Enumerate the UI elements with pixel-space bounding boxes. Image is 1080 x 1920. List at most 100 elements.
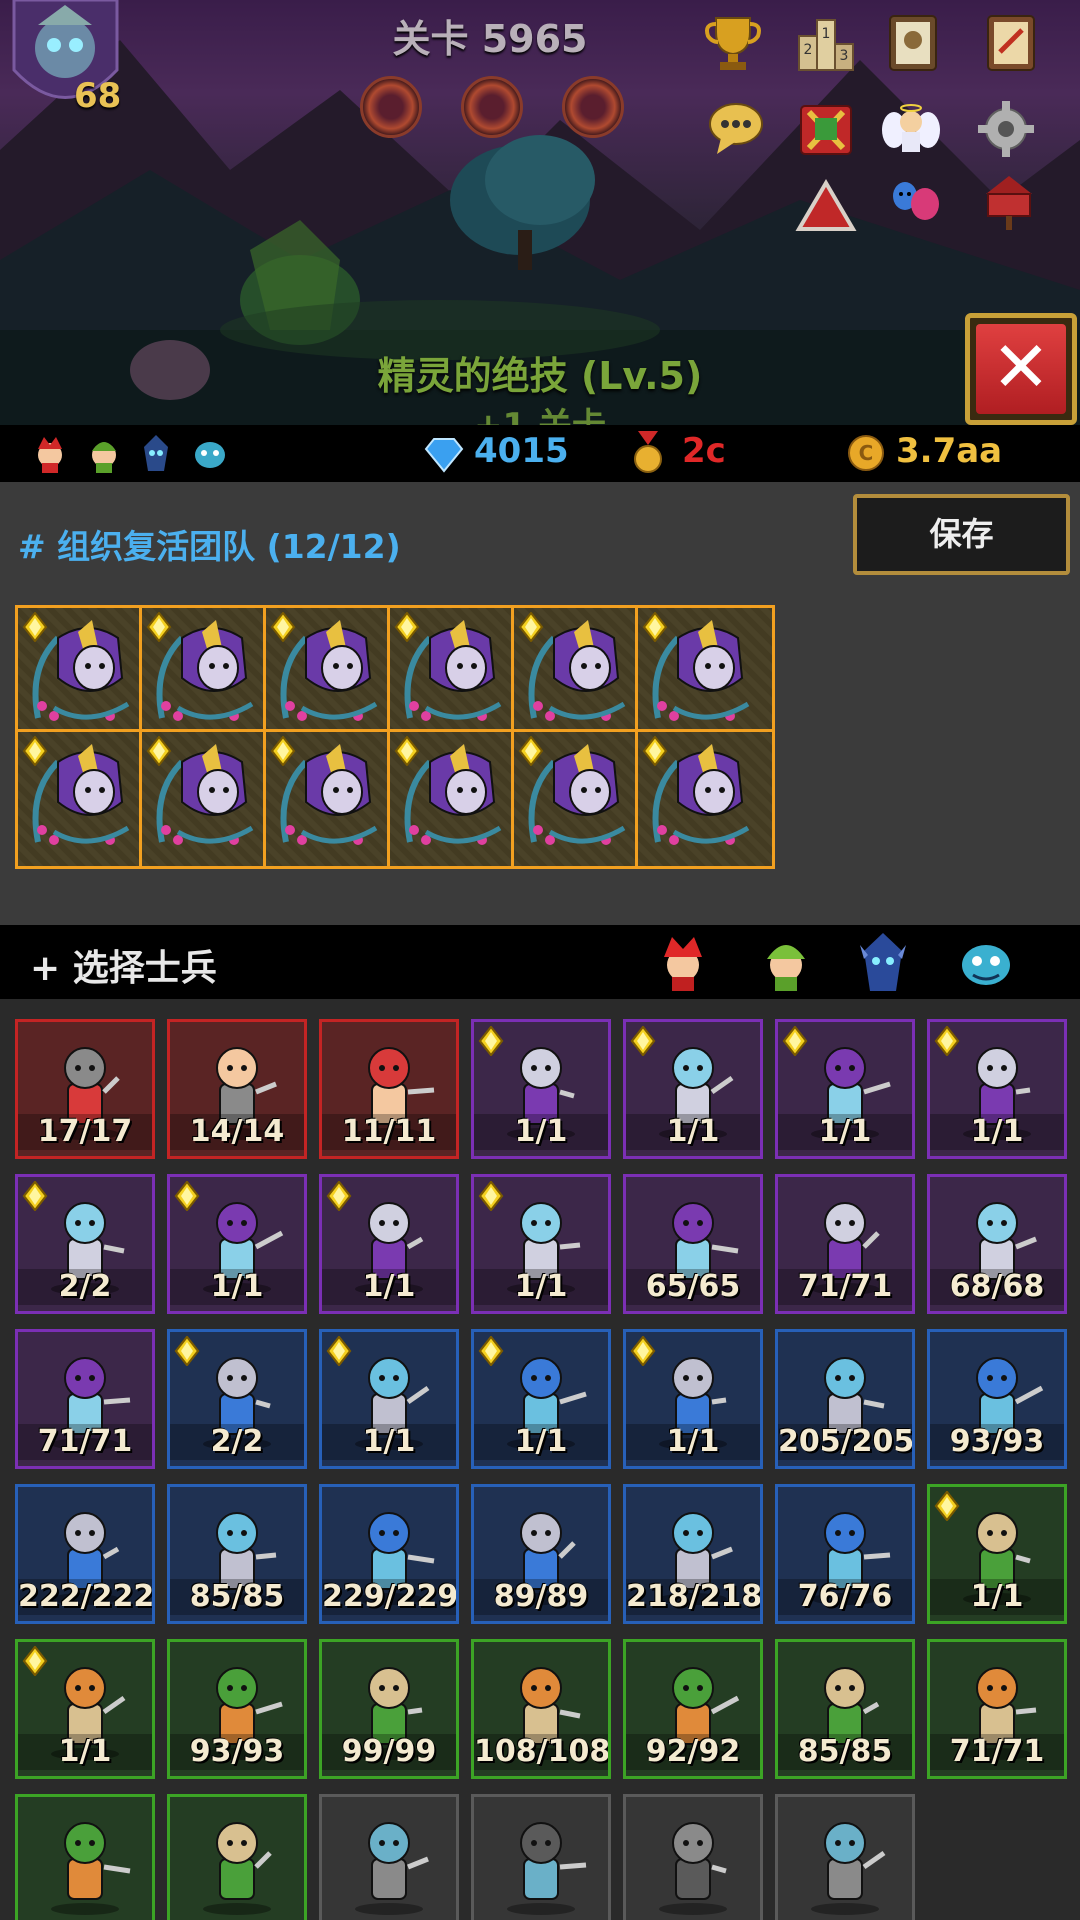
soldier-grid: 17/17 14/14 11/11 1/1 1/1 1/1 1/1 2/2 1/… — [0, 999, 1080, 1920]
soldier-count: 14/14 — [170, 1114, 304, 1150]
soldier-slot[interactable]: 1/1 — [623, 1329, 763, 1469]
soldier-count: 85/85 — [170, 1579, 304, 1615]
team-title: # 组织复活团队 (12/12) — [18, 527, 401, 566]
soldier-slot[interactable]: 2/2 — [15, 1174, 155, 1314]
book-icon[interactable] — [882, 12, 944, 74]
soldier-slot[interactable]: 222/222 — [15, 1484, 155, 1624]
soldier-slot[interactable]: 99/99 — [319, 1639, 459, 1779]
quest-icon[interactable] — [980, 12, 1042, 74]
soldier-count: 218/218 — [626, 1579, 763, 1615]
soldier-slot[interactable]: 14/14 — [167, 1019, 307, 1159]
select-soldier-header: + 选择士兵 — [0, 925, 1080, 999]
blue-hero-icon — [144, 435, 168, 471]
shield-icon[interactable] — [795, 98, 857, 160]
gold-coin-icon: C — [848, 435, 884, 471]
save-label: 保存 — [929, 515, 994, 553]
soldier-count: 93/93 — [170, 1734, 304, 1770]
game-screen: { "stage": { "label": "关卡 5965", "boss_l… — [0, 0, 1080, 1920]
soldier-slot[interactable] — [775, 1794, 915, 1920]
soldier-count: 93/93 — [930, 1424, 1064, 1460]
team-slot[interactable] — [263, 729, 403, 869]
soldier-slot[interactable]: 229/229 — [319, 1484, 459, 1624]
soldier-slot[interactable]: 85/85 — [167, 1484, 307, 1624]
soldier-sprite-icon — [203, 1822, 272, 1915]
soldier-slot[interactable]: 65/65 — [623, 1174, 763, 1314]
close-button[interactable]: ✕ — [965, 313, 1077, 425]
soldier-slot[interactable] — [319, 1794, 459, 1920]
soldier-slot[interactable]: 1/1 — [167, 1174, 307, 1314]
soldier-slot[interactable]: 2/2 — [167, 1329, 307, 1469]
soldier-slot[interactable]: 1/1 — [471, 1329, 611, 1469]
soldier-slot[interactable] — [15, 1794, 155, 1920]
skill-subtitle: +1 关卡 — [200, 398, 880, 425]
podium-icon[interactable]: 1 2 3 — [795, 12, 857, 74]
soldier-slot[interactable]: 93/93 — [167, 1639, 307, 1779]
soldier-slot[interactable]: 205/205 — [775, 1329, 915, 1469]
soldier-slot[interactable] — [167, 1794, 307, 1920]
soldier-slot[interactable]: 1/1 — [319, 1174, 459, 1314]
red-hero-filter-icon[interactable] — [652, 931, 714, 993]
team-slot[interactable] — [511, 605, 651, 745]
team-slot[interactable] — [139, 729, 279, 869]
green-hero-filter-icon[interactable] — [755, 931, 817, 993]
party-icon[interactable] — [885, 170, 947, 232]
soldier-slot[interactable]: 71/71 — [775, 1174, 915, 1314]
skill-title: 精灵的绝技 (Lv.5) — [377, 354, 703, 398]
soldier-count: 71/71 — [18, 1424, 152, 1460]
soldier-slot[interactable]: 92/92 — [623, 1639, 763, 1779]
soldier-count: 1/1 — [322, 1424, 456, 1460]
soldier-count: 1/1 — [930, 1579, 1064, 1615]
soldier-slot[interactable] — [623, 1794, 763, 1920]
warning-icon[interactable] — [795, 175, 857, 237]
soldier-slot[interactable]: 1/1 — [927, 1019, 1067, 1159]
soldier-slot[interactable]: 108/108 — [471, 1639, 611, 1779]
soldier-slot[interactable]: 1/1 — [471, 1019, 611, 1159]
soldier-count: 71/71 — [778, 1269, 912, 1305]
team-slot[interactable] — [263, 605, 403, 745]
soldier-sprite-icon — [507, 1822, 587, 1915]
cyan-hero-filter-icon[interactable] — [955, 931, 1017, 993]
soldier-slot[interactable]: 68/68 — [927, 1174, 1067, 1314]
soldier-slot[interactable]: 93/93 — [927, 1329, 1067, 1469]
soldier-slot[interactable]: 17/17 — [15, 1019, 155, 1159]
trophy-icon[interactable] — [702, 12, 764, 74]
soldier-slot[interactable]: 1/1 — [927, 1484, 1067, 1624]
team-slot[interactable] — [635, 729, 775, 869]
gem-count: 4015 — [474, 431, 569, 471]
soldier-slot[interactable]: 89/89 — [471, 1484, 611, 1624]
team-slot[interactable] — [635, 605, 775, 745]
gear-icon[interactable] — [975, 98, 1037, 160]
soldier-count: 229/229 — [322, 1579, 459, 1615]
soldier-slot[interactable] — [471, 1794, 611, 1920]
gem-icon — [424, 438, 464, 473]
soldier-count: 65/65 — [626, 1269, 760, 1305]
team-slot[interactable] — [511, 729, 651, 869]
soldier-sprite-icon — [355, 1822, 429, 1915]
soldier-sprite-icon — [659, 1822, 727, 1915]
soldier-slot[interactable]: 1/1 — [15, 1639, 155, 1779]
angel-icon[interactable] — [880, 98, 942, 160]
soldier-slot[interactable]: 1/1 — [319, 1329, 459, 1469]
soldier-slot[interactable]: 11/11 — [319, 1019, 459, 1159]
soldier-slot[interactable]: 85/85 — [775, 1639, 915, 1779]
soldier-slot[interactable]: 218/218 — [623, 1484, 763, 1624]
team-slot[interactable] — [139, 605, 279, 745]
save-button[interactable]: 保存 — [853, 494, 1070, 575]
soldier-slot[interactable]: 1/1 — [623, 1019, 763, 1159]
resource-bar: 4015 2c C 3.7aa — [0, 425, 1080, 482]
soldier-count: 1/1 — [930, 1114, 1064, 1150]
team-slot[interactable] — [387, 729, 527, 869]
gold-count: 3.7aa — [896, 431, 1003, 471]
soldier-slot[interactable]: 71/71 — [15, 1329, 155, 1469]
blue-hero-filter-icon[interactable] — [852, 931, 914, 993]
soldier-slot[interactable]: 71/71 — [927, 1639, 1067, 1779]
team-slot[interactable] — [15, 729, 155, 869]
soldier-slot[interactable]: 1/1 — [775, 1019, 915, 1159]
team-slot[interactable] — [387, 605, 527, 745]
soldier-slot[interactable]: 1/1 — [471, 1174, 611, 1314]
team-slot[interactable] — [15, 605, 155, 745]
mailbox-icon[interactable] — [978, 170, 1040, 232]
chat-icon[interactable] — [705, 98, 767, 160]
soldier-slot[interactable]: 76/76 — [775, 1484, 915, 1624]
soldier-count: 1/1 — [626, 1424, 760, 1460]
